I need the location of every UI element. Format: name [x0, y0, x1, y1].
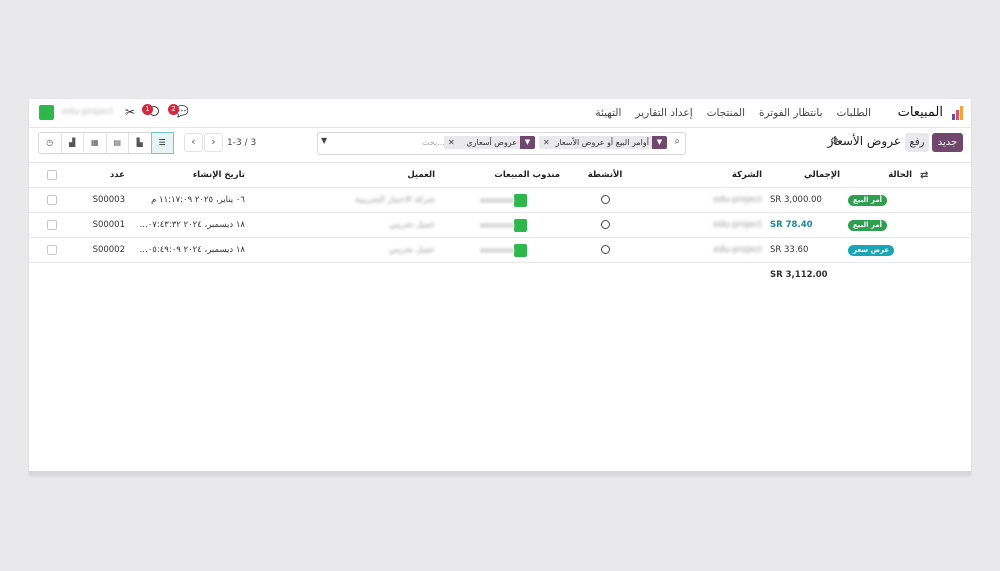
gear-icon[interactable]: ⚙: [830, 136, 839, 147]
table-footer: 3,112.00 SR: [29, 263, 971, 288]
table-row[interactable]: S00002 ١٨ ديسمبر، ٢٠٢٤ ٠٥:٤٩:٠٩... عميل …: [29, 237, 971, 263]
status-badge: أمر البيع: [848, 194, 888, 206]
customer-name: عميل تجريبي: [249, 212, 439, 238]
filter-facet-my-quotes: ▼ عروض أسعاري ✕: [444, 136, 535, 149]
search-options-caret-icon[interactable]: ▼: [321, 136, 327, 145]
filter-icon: ▼: [652, 136, 667, 149]
row-checkbox[interactable]: [47, 219, 57, 230]
order-number: S00001: [61, 212, 129, 238]
search-input[interactable]: بحث...: [422, 138, 445, 147]
activity-badge: 1: [142, 104, 153, 115]
filter-icon: ▼: [520, 136, 535, 149]
avatar[interactable]: [514, 218, 527, 232]
total-amount: 78.40 SR: [766, 212, 844, 238]
col-total[interactable]: الإجمالي: [766, 163, 844, 188]
table-header: عدد تاريخ الإنشاء العميل مندوب المبيعات …: [29, 163, 971, 188]
pager-next-button[interactable]: ›: [204, 133, 223, 152]
company-name: edu-project: [646, 187, 766, 213]
graph-view-icon[interactable]: ▟: [62, 133, 84, 153]
created-date: ١٨ ديسمبر، ٢٠٢٤ ٠٧:٤٣:٣٢...: [129, 212, 249, 238]
main-menu: الطلبات بانتظار الفوترة المنتجات إعداد ا…: [595, 107, 871, 119]
col-activities[interactable]: الأنشطة: [564, 163, 646, 188]
created-date: ١٨ ديسمبر، ٢٠٢٤ ٠٥:٤٩:٠٩...: [129, 237, 249, 263]
activity-view-icon[interactable]: ◷: [39, 133, 62, 153]
quotations-table: عدد تاريخ الإنشاء العميل مندوب المبيعات …: [29, 163, 971, 287]
status-badge: أمر البيع: [848, 219, 888, 231]
status-badge: عرض سعر: [848, 244, 895, 256]
filter-facet-orders-quotes: ▼ أوامر البيع أو عروض الأسعار ✕: [539, 136, 667, 149]
pager-prev-button[interactable]: ‹: [184, 133, 203, 152]
menu-reporting[interactable]: إعداد التقارير: [635, 107, 692, 119]
company-switcher[interactable]: edu-project: [62, 107, 113, 117]
menu-orders[interactable]: الطلبات: [837, 107, 871, 119]
app-title[interactable]: المبيعات: [898, 105, 943, 120]
sales-logo-icon[interactable]: [949, 106, 963, 120]
menu-configuration[interactable]: التهيئة: [595, 107, 621, 119]
menu-products[interactable]: المنتجات: [707, 107, 745, 119]
customer-name: شركة الاختبار التجريبية: [249, 187, 439, 213]
close-icon[interactable]: ✕: [543, 136, 550, 149]
customer-name: عميل تجريبي: [249, 237, 439, 263]
total-amount: 3,000.00 SR: [766, 187, 844, 213]
menu-to-invoice[interactable]: بانتظار الفوترة: [759, 107, 823, 119]
user-avatar[interactable]: [39, 105, 54, 120]
activity-clock-icon[interactable]: [600, 220, 610, 229]
col-salesperson[interactable]: مندوب المبيعات: [439, 163, 564, 188]
avatar[interactable]: [514, 243, 527, 257]
col-status[interactable]: الحالة: [844, 163, 916, 188]
company-name: edu-project: [646, 237, 766, 263]
chat-badge: 2: [168, 104, 179, 115]
col-customer[interactable]: العميل: [249, 163, 439, 188]
select-all-checkbox[interactable]: [47, 169, 57, 180]
order-number: S00002: [61, 237, 129, 263]
upload-button[interactable]: رفع: [905, 133, 929, 152]
table-row[interactable]: S00003 ٠٦ يناير، ٢٠٢٥ ١١:١٧:٠٩ م شركة ال…: [29, 187, 971, 213]
pivot-view-icon[interactable]: ▦: [84, 133, 107, 153]
row-checkbox[interactable]: [47, 244, 57, 255]
view-switcher: ◷ ▟ ▦ ▤ ▙ ☰: [38, 132, 174, 154]
top-navbar: المبيعات الطلبات بانتظار الفوترة المنتجا…: [29, 99, 971, 128]
company-name: edu-project: [646, 212, 766, 238]
close-icon[interactable]: ✕: [448, 136, 455, 149]
order-number: S00003: [61, 187, 129, 213]
list-view-icon[interactable]: ☰: [150, 132, 174, 154]
total-amount: 33.60 SR: [766, 237, 844, 263]
pager-value[interactable]: 1-3 / 3: [227, 138, 256, 148]
row-checkbox[interactable]: [47, 194, 57, 205]
search-bar: ⌕ ▼ أوامر البيع أو عروض الأسعار ✕ ▼ عروض…: [317, 132, 686, 155]
col-number[interactable]: عدد: [61, 163, 129, 188]
kanban-view-icon[interactable]: ▙: [129, 133, 152, 153]
col-company[interactable]: الشركة: [646, 163, 766, 188]
footer-total: 3,112.00 SR: [770, 270, 828, 280]
debug-tools-icon[interactable]: ✂: [125, 105, 135, 119]
calendar-view-icon[interactable]: ▤: [107, 133, 129, 153]
activity-clock-icon[interactable]: [600, 245, 610, 254]
search-icon[interactable]: ⌕: [674, 136, 680, 147]
created-date: ٠٦ يناير، ٢٠٢٥ ١١:١٧:٠٩ م: [129, 187, 249, 213]
new-button[interactable]: جديد: [932, 133, 963, 152]
control-panel: جديد رفع عروض الأسعار ⚙ ⌕ ▼ أوامر البيع …: [29, 128, 971, 163]
sales-app: المبيعات الطلبات بانتظار الفوترة المنتجا…: [29, 99, 971, 475]
avatar[interactable]: [514, 193, 527, 207]
optional-columns-icon[interactable]: ⇄: [920, 170, 928, 181]
table-row[interactable]: S00001 ١٨ ديسمبر، ٢٠٢٤ ٠٧:٤٣:٣٢... عميل …: [29, 212, 971, 238]
activity-clock-icon[interactable]: [600, 195, 610, 204]
col-created[interactable]: تاريخ الإنشاء: [129, 163, 249, 188]
